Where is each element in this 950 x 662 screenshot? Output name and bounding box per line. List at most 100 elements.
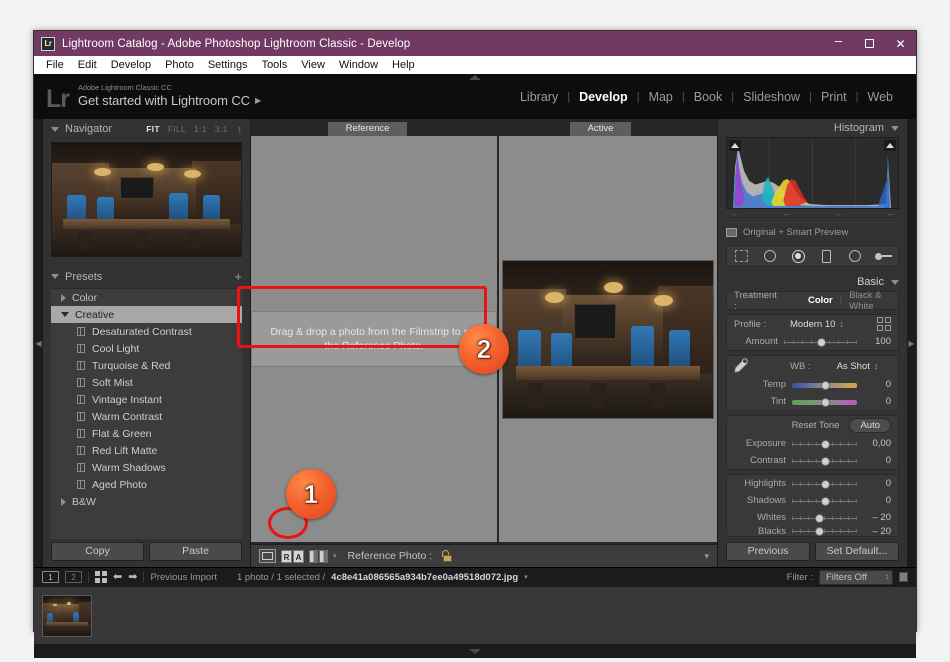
highlight-clipping-icon[interactable] [884, 140, 896, 151]
list-item[interactable]: Soft Mist [51, 374, 242, 391]
active-pane[interactable] [497, 136, 717, 542]
wb-stepper-icon[interactable]: ↕ [874, 361, 879, 371]
treatment-bw-option[interactable]: Black & White [842, 290, 891, 312]
paste-button[interactable]: Paste [149, 542, 242, 561]
copy-button[interactable]: Copy [51, 542, 144, 561]
filename-label[interactable]: 4c8e41a086565a934b7ee0a49518d072.jpg [331, 572, 518, 583]
right-panel-collapse-arrow[interactable]: ▶ [907, 119, 916, 567]
basic-disclosure-icon[interactable] [891, 280, 899, 285]
list-item[interactable]: Flat & Green [51, 425, 242, 442]
loupe-view-icon[interactable] [259, 549, 276, 563]
filmstrip-toggle-icon[interactable] [469, 649, 481, 654]
treatment-color-option[interactable]: Color [801, 295, 840, 306]
list-item[interactable]: Warm Contrast [51, 408, 242, 425]
list-item[interactable]: Turquoise & Red [51, 357, 242, 374]
set-default-button[interactable]: Set Default... [815, 542, 899, 561]
exposure-slider[interactable] [792, 439, 857, 449]
identity-arrow-icon[interactable]: ▶ [255, 96, 261, 105]
zoom-fit[interactable]: FIT [146, 124, 160, 134]
unlocked-padlock-icon[interactable] [442, 550, 453, 562]
preset-group-bw[interactable]: B&W [51, 493, 242, 510]
zoom-fill[interactable]: FILL [168, 124, 186, 134]
module-map[interactable]: Map [640, 90, 682, 104]
reference-compare-icon[interactable]: R A [281, 550, 304, 563]
white-balance-selector-icon[interactable] [731, 358, 749, 374]
histogram-header[interactable]: Histogram [718, 119, 907, 137]
menu-settings[interactable]: Settings [201, 56, 255, 74]
list-item[interactable]: Desaturated Contrast [51, 323, 242, 340]
navigator-disclosure-icon[interactable] [51, 127, 59, 132]
crop-overlay-icon[interactable] [733, 249, 750, 264]
auto-tone-button[interactable]: Auto [849, 418, 891, 433]
left-panel-collapse-arrow[interactable]: ◀ [34, 119, 43, 567]
radial-filter-icon[interactable] [847, 249, 864, 264]
split-view-caret-icon[interactable]: ▾ [333, 552, 337, 560]
back-arrow-icon[interactable]: ⬅ [113, 572, 122, 583]
list-item[interactable]: Warm Shadows [51, 459, 242, 476]
monitor-2-button[interactable]: 2 [65, 571, 82, 583]
basic-panel-header[interactable]: Basic [718, 273, 907, 291]
module-slideshow[interactable]: Slideshow [734, 90, 809, 104]
filmstrip-thumbnail[interactable] [42, 595, 92, 637]
zoom-stepper-icon[interactable]: ↕ [238, 124, 243, 134]
identity-plate[interactable]: Lr Adobe Lightroom Classic CC Get starte… [46, 83, 261, 111]
list-item[interactable]: Red Lift Matte [51, 442, 242, 459]
active-photo[interactable] [502, 260, 714, 419]
histogram-disclosure-icon[interactable] [891, 126, 899, 131]
monitor-1-button[interactable]: 1 [42, 571, 59, 583]
profile-value[interactable]: Modern 10 [790, 319, 835, 330]
module-print[interactable]: Print [812, 90, 856, 104]
menu-develop[interactable]: Develop [104, 56, 158, 74]
profile-browser-icon[interactable] [877, 317, 891, 331]
highlights-slider[interactable] [792, 479, 857, 489]
top-panel-toggle-icon[interactable] [469, 75, 481, 80]
shadow-clipping-icon[interactable] [729, 140, 741, 151]
zoom-1-1[interactable]: 1:1 [194, 124, 207, 134]
toolbar-collapse-caret-icon[interactable]: ▾ [704, 551, 709, 562]
filter-select[interactable]: Filters Off↕ [819, 570, 893, 585]
list-item[interactable]: Cool Light [51, 340, 242, 357]
presets-header[interactable]: Presets + [43, 267, 250, 286]
grid-view-icon[interactable] [95, 571, 107, 583]
menu-edit[interactable]: Edit [71, 56, 104, 74]
blacks-slider[interactable] [792, 526, 857, 536]
amount-slider[interactable] [784, 337, 857, 347]
menu-photo[interactable]: Photo [158, 56, 201, 74]
navigator-preview[interactable] [51, 142, 242, 257]
contrast-slider[interactable] [792, 456, 857, 466]
source-label[interactable]: Previous Import [150, 572, 217, 583]
preset-group-color[interactable]: Color [51, 289, 242, 306]
menu-tools[interactable]: Tools [255, 56, 295, 74]
minimize-button[interactable]: – [823, 31, 854, 56]
navigator-header[interactable]: Navigator FIT FILL 1:1 3:1 ↕ [43, 119, 250, 139]
histogram-graph[interactable] [726, 137, 899, 209]
previous-button[interactable]: Previous [726, 542, 810, 561]
module-develop[interactable]: Develop [570, 90, 637, 104]
graduated-filter-icon[interactable] [818, 249, 835, 264]
reset-tone-label[interactable]: Reset Tone [792, 420, 840, 431]
adjustment-brush-icon[interactable] [875, 249, 892, 264]
tint-slider[interactable] [792, 397, 857, 407]
menu-file[interactable]: File [39, 56, 71, 74]
add-preset-icon[interactable]: + [234, 272, 242, 282]
menu-help[interactable]: Help [385, 56, 422, 74]
close-button[interactable]: ✕ [885, 31, 916, 56]
maximize-button[interactable] [854, 31, 885, 56]
red-eye-correction-icon[interactable] [790, 249, 807, 264]
preset-group-creative[interactable]: Creative [51, 306, 242, 323]
wb-value[interactable]: As Shot [837, 361, 870, 372]
shadows-slider[interactable] [792, 496, 857, 506]
module-library[interactable]: Library [511, 90, 567, 104]
zoom-3-1[interactable]: 3:1 [215, 124, 228, 134]
profile-stepper-icon[interactable]: ↕ [839, 319, 844, 329]
forward-arrow-icon[interactable]: ➡ [128, 572, 137, 583]
module-book[interactable]: Book [685, 90, 732, 104]
filter-toggle-icon[interactable] [899, 572, 908, 582]
module-web[interactable]: Web [859, 90, 902, 104]
presets-disclosure-icon[interactable] [51, 274, 59, 279]
split-view-icon[interactable] [309, 550, 328, 563]
filename-caret-icon[interactable]: ▾ [524, 573, 528, 581]
list-item[interactable]: Aged Photo [51, 476, 242, 493]
temp-slider[interactable] [792, 380, 857, 390]
menu-window[interactable]: Window [332, 56, 385, 74]
